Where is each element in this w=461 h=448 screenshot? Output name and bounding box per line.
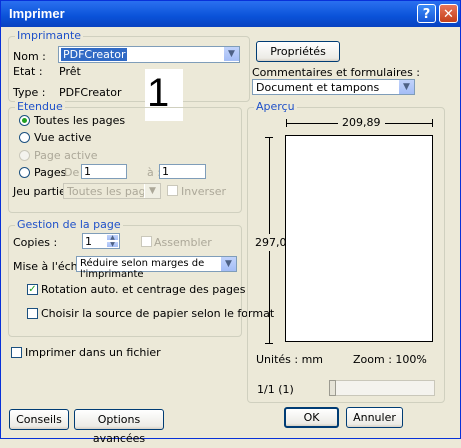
title-bar[interactable]: Imprimer ? ✕ [1, 1, 460, 27]
page-counter: 1/1 (1) [257, 383, 294, 396]
properties-button[interactable]: Propriétés [256, 41, 340, 62]
comments-label: Commentaires et formulaires : [252, 66, 420, 79]
pages-label[interactable]: Pages [34, 166, 66, 179]
width-dimension-tick-right [432, 119, 433, 127]
from-page-value: 1 [84, 165, 91, 178]
print-to-file-label[interactable]: Imprimer dans un fichier [25, 346, 161, 359]
chevron-down-icon: ▼ [220, 257, 236, 271]
spin-up-icon[interactable]: ▲ [106, 234, 119, 241]
width-dimension-tick-left [286, 119, 287, 127]
scaling-value: Réduire selon marges de l'imprimante [80, 258, 205, 280]
auto-rotate-checkbox[interactable]: ✓ [27, 284, 38, 295]
to-page-value: 1 [162, 165, 169, 178]
height-dimension-tick-top [265, 137, 273, 138]
scaling-select[interactable]: Réduire selon marges de l'imprimante ▼ [76, 256, 237, 280]
collate-label: Assembler [154, 236, 212, 249]
page-slider-thumb[interactable] [329, 380, 336, 396]
auto-rotate-label[interactable]: Rotation auto. et centrage des pages [41, 283, 245, 296]
printer-name-value: PDFCreator [61, 48, 128, 61]
printer-type-label: Type : [13, 86, 46, 99]
reverse-label: Inverser [181, 185, 227, 198]
paper-source-label[interactable]: Choisir la source de papier selon le for… [41, 307, 274, 320]
reverse-checkbox[interactable] [167, 185, 178, 196]
current-view-radio[interactable] [19, 132, 30, 143]
zoom-label: Zoom : 100% [353, 353, 427, 366]
comments-value: Document et tampons [256, 81, 380, 94]
subset-select[interactable]: Toutes les pages ▼ [63, 183, 161, 199]
ok-button[interactable]: OK [284, 407, 339, 428]
printer-name-select[interactable]: PDFCreator ▼ [58, 46, 240, 63]
close-button[interactable]: ✕ [439, 4, 458, 23]
tips-button[interactable]: Conseils [9, 409, 69, 430]
current-view-label[interactable]: Vue active [34, 131, 91, 144]
window-title: Imprimer [9, 6, 65, 21]
help-button[interactable]: ? [417, 4, 436, 23]
chevron-down-icon: ▼ [398, 80, 414, 94]
chevron-down-icon: ▼ [223, 47, 239, 61]
pages-radio[interactable] [19, 167, 30, 178]
all-pages-radio[interactable] [19, 115, 30, 126]
comments-select[interactable]: Document et tampons ▼ [252, 79, 415, 95]
printer-status-label: Etat : [13, 65, 43, 78]
copies-label: Copies : [13, 236, 58, 249]
page-slider-track[interactable] [329, 380, 435, 396]
width-value: 209,89 [338, 116, 385, 129]
to-page-input[interactable]: 1 [159, 164, 206, 179]
current-page-label: Page active [34, 149, 98, 162]
current-page-radio[interactable] [19, 150, 30, 161]
range-group-label: Etendue [15, 100, 65, 113]
units-label: Unités : mm [256, 353, 324, 366]
from-page-input[interactable]: 1 [81, 164, 127, 179]
paper-source-checkbox[interactable] [27, 308, 38, 319]
printer-group-label: Imprimante [15, 29, 84, 42]
page-preview [285, 135, 433, 342]
print-dialog: Imprimer ? ✕ Imprimante Nom : PDFCreator… [0, 0, 461, 445]
printer-type-value: PDFCreator [59, 86, 122, 99]
preview-group-label: Aperçu [254, 100, 297, 113]
copies-stepper[interactable]: 1 ▲ ▼ [82, 233, 120, 249]
page-handling-group-label: Gestion de la page [15, 218, 123, 231]
printer-name-label: Nom : [13, 50, 46, 63]
print-to-file-checkbox[interactable] [11, 347, 22, 358]
spin-down-icon[interactable]: ▼ [106, 241, 119, 248]
advanced-options-button[interactable]: Options avancées [74, 409, 164, 445]
all-pages-label[interactable]: Toutes les pages [34, 114, 125, 127]
printer-status-value: Prêt [59, 65, 81, 78]
height-dimension-tick-bottom [265, 343, 273, 344]
copies-value: 1 [85, 235, 92, 248]
copies-spin-buttons[interactable]: ▲ ▼ [106, 234, 119, 250]
collate-checkbox[interactable] [141, 236, 152, 247]
chevron-down-icon: ▼ [144, 184, 160, 198]
cancel-button[interactable]: Annuler [346, 407, 403, 428]
